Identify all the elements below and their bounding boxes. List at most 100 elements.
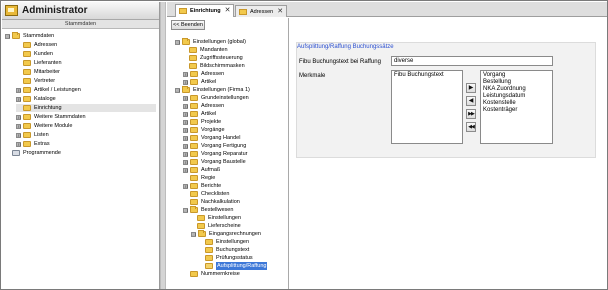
expand-icon[interactable]: ⊞: [183, 135, 188, 141]
close-icon[interactable]: ✕: [277, 7, 283, 17]
fibu-text-input[interactable]: diverse: [391, 56, 553, 66]
remove-button[interactable]: ◀: [466, 96, 476, 106]
tree-item[interactable]: Regie: [190, 174, 215, 182]
back-button[interactable]: << Beenden: [171, 20, 205, 30]
folder-icon: [189, 55, 197, 61]
close-icon[interactable]: ✕: [225, 6, 231, 16]
expand-icon[interactable]: ⊞: [183, 103, 188, 109]
nav-item-einrichtung[interactable]: Einrichtung: [16, 104, 156, 112]
tree-item-selected[interactable]: Aufsplittung/Raffung: [205, 262, 268, 270]
collapse-icon[interactable]: ⊟: [175, 87, 180, 93]
tree-item[interactable]: Prüfungsstatus: [205, 254, 253, 262]
list-item[interactable]: Vorgang: [483, 72, 550, 79]
tree-item[interactable]: ⊞ Artikel: [183, 78, 216, 86]
selected-merkmale-list[interactable]: Fibu Buchungstext: [391, 70, 463, 144]
tab-einrichtung[interactable]: Einrichtung ✕: [175, 4, 235, 17]
nav-item-kunden[interactable]: Kunden: [16, 50, 53, 58]
tree-item[interactable]: Zugriffssteuerung: [189, 54, 243, 62]
tree-item[interactable]: ⊞ Adressen: [183, 70, 224, 78]
expand-icon[interactable]: ⊞: [183, 79, 188, 85]
nav-item-weitere-stammdaten[interactable]: ⊞ Weitere Stammdaten: [16, 113, 86, 121]
expand-icon[interactable]: ⊞: [16, 87, 21, 93]
collapse-icon[interactable]: ⊟: [191, 231, 196, 237]
nav-item-programmende[interactable]: Programmende: [5, 149, 61, 157]
list-item[interactable]: Leistungsdatum: [483, 93, 550, 100]
tree-item[interactable]: Bildschirmmasken: [189, 62, 245, 70]
tree-item[interactable]: Mandanten: [189, 46, 228, 54]
folder-icon: [205, 247, 213, 253]
nav-item-weitere-module[interactable]: ⊞ Weitere Module: [16, 122, 72, 130]
nav-item-kataloge[interactable]: ⊞ Kataloge: [16, 95, 56, 103]
navigation-pane: Administrator Stammdaten ⊟ Stammdaten Ad…: [2, 2, 160, 289]
expand-icon[interactable]: ⊞: [183, 143, 188, 149]
list-item[interactable]: Fibu Buchungstext: [394, 72, 460, 79]
nav-item-mitarbeiter[interactable]: Mitarbeiter: [16, 68, 60, 76]
expand-icon[interactable]: ⊞: [183, 95, 188, 101]
add-button[interactable]: ▶: [466, 83, 476, 93]
tree-item[interactable]: ⊞ Aufmaß: [183, 166, 220, 174]
list-item[interactable]: Kostenträger: [483, 107, 550, 114]
folder-icon: [190, 271, 198, 277]
tree-item[interactable]: Einstellungen: [205, 238, 249, 246]
expand-icon[interactable]: ⊞: [16, 141, 21, 147]
folder-icon: [23, 105, 31, 111]
collapse-icon[interactable]: ⊟: [183, 207, 188, 213]
tree-item[interactable]: Checklisten: [190, 190, 229, 198]
nav-item-extras[interactable]: ⊞ Extras: [16, 140, 50, 148]
expand-icon[interactable]: ⊞: [183, 183, 188, 189]
tree-item[interactable]: ⊟ Bestellwesen: [183, 206, 233, 214]
expand-icon[interactable]: ⊞: [183, 159, 188, 165]
folder-icon: [190, 79, 198, 85]
expand-icon[interactable]: ⊞: [183, 151, 188, 157]
tree-item[interactable]: ⊞ Vorgang Handel: [183, 134, 240, 142]
tree-item[interactable]: ⊞ Artikel: [183, 110, 216, 118]
tree-item[interactable]: ⊞ Adressen: [183, 102, 224, 110]
tree-item[interactable]: ⊞ Projekte: [183, 118, 221, 126]
collapse-icon[interactable]: ⊟: [175, 39, 180, 45]
tree-item[interactable]: Lieferscheine: [197, 222, 241, 230]
tree-item[interactable]: ⊟ Einstellungen (global): [175, 38, 246, 46]
collapse-icon[interactable]: ⊟: [5, 33, 10, 39]
tree-item[interactable]: ⊞ Vorgang Reparatur: [183, 150, 247, 158]
tree-item[interactable]: Nummernkreise: [190, 270, 240, 278]
folder-icon: [205, 239, 213, 245]
tree-item[interactable]: ⊟ Eingangsrechnungen: [191, 230, 261, 238]
list-item[interactable]: NKA Zuordnung: [483, 86, 550, 93]
expand-icon[interactable]: ⊞: [183, 111, 188, 117]
expand-icon[interactable]: ⊞: [16, 123, 21, 129]
fibu-label: Fibu Buchungstext bei Raffung: [299, 59, 381, 65]
list-item[interactable]: Bestellung: [483, 79, 550, 86]
remove-all-button[interactable]: ◀◀: [466, 122, 476, 132]
tree-item[interactable]: ⊟ Einstellungen (Firma 1): [175, 86, 250, 94]
available-merkmale-list[interactable]: Vorgang Bestellung NKA Zuordnung Leistun…: [480, 70, 553, 144]
expand-icon[interactable]: ⊞: [183, 71, 188, 77]
pane-splitter[interactable]: [160, 2, 166, 289]
tree-item[interactable]: ⊞ Vorgang Fertigung: [183, 142, 246, 150]
tree-item[interactable]: ⊞ Grundeinstellungen: [183, 94, 249, 102]
nav-item-adressen[interactable]: Adressen: [16, 41, 57, 49]
merkmale-label: Merkmale: [299, 73, 326, 79]
folder-icon: [189, 63, 197, 69]
nav-item-stammdaten[interactable]: ⊟ Stammdaten: [5, 32, 54, 40]
nav-item-listen[interactable]: ⊞ Listen: [16, 131, 49, 139]
expand-icon[interactable]: ⊞: [183, 119, 188, 125]
tree-item[interactable]: ⊞ Vorgang Baustelle: [183, 158, 246, 166]
expand-icon[interactable]: ⊞: [183, 127, 188, 133]
expand-icon[interactable]: ⊞: [16, 96, 21, 102]
expand-icon[interactable]: ⊞: [16, 132, 21, 138]
list-item[interactable]: Kostenstelle: [483, 100, 550, 107]
expand-icon[interactable]: ⊞: [183, 167, 188, 173]
folder-icon: [190, 127, 198, 133]
nav-item-artikel-leistungen[interactable]: ⊞ Artikel / Leistungen: [16, 86, 81, 94]
add-all-button[interactable]: ▶▶: [466, 109, 476, 119]
tab-adressen[interactable]: Adressen ✕: [235, 5, 288, 17]
expand-icon[interactable]: ⊞: [16, 114, 21, 120]
tree-item[interactable]: Einstellungen: [197, 214, 241, 222]
tree-item[interactable]: ⊞ Vorgänge: [183, 126, 225, 134]
nav-item-vertreter[interactable]: Vertreter: [16, 77, 55, 85]
tree-item[interactable]: ⊞ Berichte: [183, 182, 221, 190]
section-title: Aufsplittung/Raffung Buchungssätze: [297, 44, 394, 50]
tree-item[interactable]: Buchungstext: [205, 246, 249, 254]
nav-item-lieferanten[interactable]: Lieferanten: [16, 59, 62, 67]
tree-item[interactable]: Nachkalkulation: [190, 198, 240, 206]
